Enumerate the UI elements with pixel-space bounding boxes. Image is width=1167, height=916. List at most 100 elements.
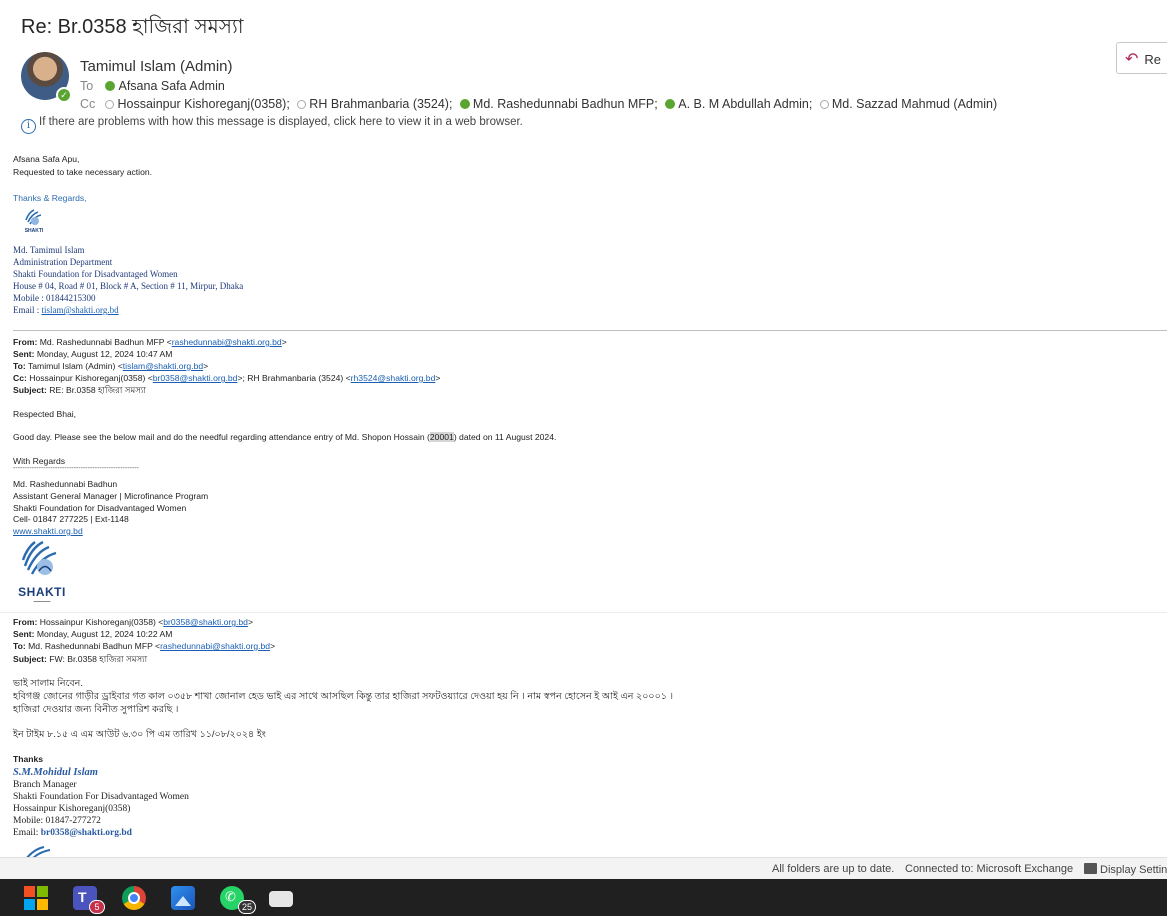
sig-mobile: Mobile : 01844215300: [13, 293, 96, 303]
fwd2-thanks: Thanks: [13, 754, 44, 764]
fwd1-dashes: ----------------------------------------…: [13, 465, 139, 472]
bn-line-3: হাজিরা দেওয়ার জন্য বিনীত সুপারিশ করছি ।: [13, 704, 179, 715]
fwd2-from: From: Hossainpur Kishoreganj(0358) <br03…: [13, 617, 253, 627]
from-value: Md. Rashedunnabi Badhun MFP <: [39, 337, 172, 347]
fwd1-sig-org: Shakti Foundation for Disadvantaged Wome…: [13, 503, 187, 513]
shakti-logo-partial: [14, 845, 64, 857]
shakti-logo: SHAKTI: [20, 206, 48, 240]
folders-status: All folders are up to date.: [772, 863, 895, 875]
fwd1-sig-name: Md. Rashedunnabi Badhun: [13, 479, 118, 489]
cc-row: Cc Hossainpur Kishoreganj(0358); RH Brah…: [80, 97, 997, 111]
cc-email-link[interactable]: br0358@shakti.org.bd: [153, 373, 238, 383]
highlighted-id: 20001: [429, 432, 454, 442]
fwd1-to: To: Tamimul Islam (Admin) <tislam@shakti…: [13, 361, 209, 371]
to-email-link[interactable]: rashedunnabi@shakti.org.bd: [160, 641, 270, 651]
from-label: From:: [13, 337, 38, 347]
fwd2-sig-title: Branch Manager: [13, 780, 77, 790]
cc-recipient[interactable]: A. B. M Abdullah Admin;: [678, 97, 812, 111]
logo-wordmark: SHAKTI: [24, 228, 44, 234]
presence-offline-icon: [297, 100, 307, 109]
cc-value: Hossainpur Kishoreganj(0358) <: [29, 373, 153, 383]
to-recipient[interactable]: Afsana Safa Admin: [118, 79, 224, 93]
fwd2-sig-branch: Hossainpur Kishoreganj(0358): [13, 804, 131, 814]
info-bar[interactable]: i If there are problems with how this mes…: [21, 116, 523, 134]
whatsapp-badge: 25: [237, 900, 256, 914]
connection-status[interactable]: Connected to: Microsoft Exchange: [905, 863, 1073, 875]
cc-email-link[interactable]: rh3524@shakti.org.bd: [351, 373, 436, 383]
fwd1-sig-title: Assistant General Manager | Microfinance…: [13, 491, 209, 501]
fwd2-sent: Sent: Monday, August 12, 2024 10:22 AM: [13, 629, 172, 639]
email-link[interactable]: br0358@shakti.org.bd: [41, 828, 132, 838]
presence-available-icon: ✓: [56, 87, 72, 103]
thanks-regards: Thanks & Regards,: [13, 193, 87, 203]
to-email-link[interactable]: tislam@shakti.org.bd: [123, 361, 203, 371]
sig-name: Md. Tamimul Islam: [13, 245, 85, 255]
sender-name[interactable]: Tamimul Islam (Admin): [80, 58, 233, 75]
fwd1-from: From: Md. Rashedunnabi Badhun MFP <rashe…: [13, 337, 287, 347]
cc-recipient[interactable]: Hossainpur Kishoreganj(0358);: [117, 97, 289, 111]
presence-available-icon: [105, 81, 116, 91]
sender-avatar[interactable]: ✓: [21, 52, 72, 103]
sig-org: Shakti Foundation for Disadvantaged Wome…: [13, 269, 178, 279]
chrome-icon[interactable]: [122, 886, 146, 910]
display-settings-icon: [1084, 863, 1097, 874]
fwd2-sig-name: S.M.Mohidul Islam: [13, 767, 98, 778]
subject-value: RE: Br.0358 হাজিরা সমস্যা: [49, 385, 146, 395]
fwd2-sig-email: Email: br0358@shakti.org.bd: [13, 828, 132, 838]
logo-tagline: ━━━━━━━: [33, 599, 51, 604]
greeting: Afsana Safa Apu,: [13, 154, 80, 164]
cc-recipient[interactable]: RH Brahmanbaria (3524);: [309, 97, 452, 111]
display-settings-label: Display Settings: [1100, 864, 1167, 876]
reply-button[interactable]: ↶ Re: [1116, 42, 1167, 74]
display-settings[interactable]: Display Settings: [1084, 863, 1167, 876]
sent-value: Monday, August 12, 2024 10:22 AM: [36, 629, 173, 639]
sig-address: House # 04, Road # 01, Block # A, Sectio…: [13, 281, 244, 291]
sig-email-row: Email : tislam@shakti.org.bd: [13, 305, 119, 315]
sig-dept: Administration Department: [13, 257, 113, 267]
message-text: Good day. Please see the below mail and …: [13, 432, 430, 442]
to-row: To Afsana Safa Admin: [80, 79, 225, 93]
cc-recipient[interactable]: Md. Rashedunnabi Badhun MFP;: [473, 97, 658, 111]
subject-label: Subject:: [13, 654, 47, 664]
cc-recipient[interactable]: Md. Sazzad Mahmud (Admin): [832, 97, 997, 111]
message-text: ) dated on 11 August 2024.: [453, 432, 557, 442]
fwd1-sig-cell: Cell- 01847 277225 | Ext-1148: [13, 514, 129, 524]
fwd1-salutation: Respected Bhai,: [13, 409, 77, 419]
windows-start-icon[interactable]: [24, 886, 48, 910]
fwd2-to: To: Md. Rashedunnabi Badhun MFP <rashedu…: [13, 641, 276, 651]
info-text[interactable]: If there are problems with how this mess…: [39, 116, 523, 128]
email-subject: Re: Br.0358 হাজিরা সমস্যা: [21, 16, 244, 38]
from-email-link[interactable]: br0358@shakti.org.bd: [163, 617, 248, 627]
sig-email-link[interactable]: tislam@shakti.org.bd: [42, 305, 119, 315]
cc-label: Cc:: [13, 373, 27, 383]
sent-label: Sent:: [13, 349, 35, 359]
email-label: Email:: [13, 828, 39, 838]
whatsapp-icon[interactable]: ✆ 25: [220, 886, 256, 914]
fwd1-subject: Subject: RE: Br.0358 হাজিরা সমস্যা: [13, 384, 146, 398]
subject-value: FW: Br.0358 হাজিরা সমস্যা: [49, 654, 148, 664]
to-label: To: [80, 79, 94, 93]
taskbar: T 5 ✆ 25: [0, 879, 1167, 916]
to-value: Md. Rashedunnabi Badhun MFP <: [28, 641, 161, 651]
app-icon[interactable]: [269, 891, 293, 907]
teams-icon[interactable]: T 5: [73, 886, 105, 914]
request-text: Requested to take necessary action.: [13, 167, 153, 177]
reply-label: Re: [1144, 52, 1162, 67]
from-email-link[interactable]: rashedunnabi@shakti.org.bd: [172, 337, 282, 347]
to-label: To:: [13, 641, 26, 651]
fwd2-sig-org: Shakti Foundation For Disadvantaged Wome…: [13, 792, 189, 802]
website-link[interactable]: www.shakti.org.bd: [13, 526, 83, 536]
subject-label: Subject:: [13, 385, 47, 395]
fwd2-subject: Subject: FW: Br.0358 হাজিরা সমস্যা: [13, 653, 147, 667]
presence-available-icon: [665, 99, 676, 109]
status-bar: All folders are up to date. Connected to…: [0, 857, 1167, 879]
from-label: From:: [13, 617, 38, 627]
presence-offline-icon: [105, 100, 115, 109]
reply-arrow-icon: ↶: [1125, 51, 1139, 68]
shakti-logo: SHAKTI ━━━━━━━: [16, 538, 68, 604]
fwd1-sig-web: www.shakti.org.bd: [13, 526, 83, 536]
divider: [0, 612, 1167, 613]
photos-icon[interactable]: [171, 886, 195, 910]
bn-line-4: ইন টাইম ৮.১৫ এ এম আউট ৬.৩০ পি এম তারিখ ১…: [13, 729, 266, 740]
from-value: Hossainpur Kishoreganj(0358) <: [39, 617, 164, 627]
